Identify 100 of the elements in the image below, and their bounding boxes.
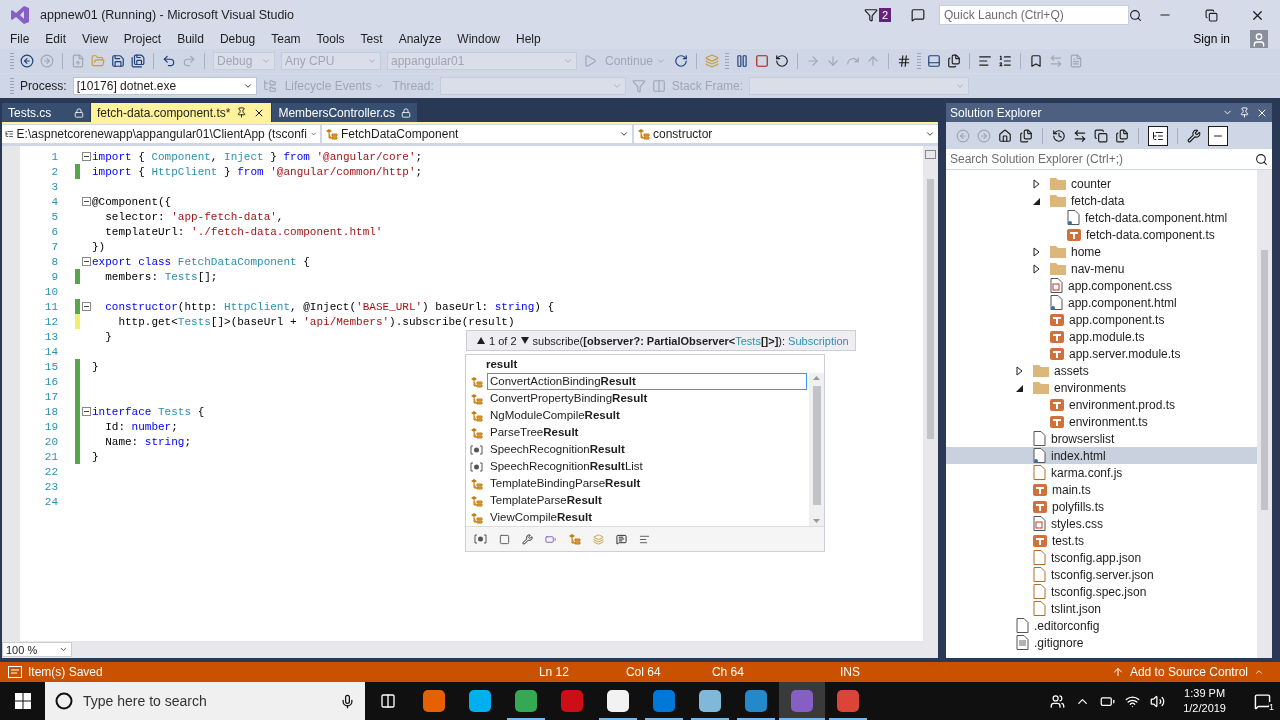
sync-icon[interactable] (1073, 128, 1087, 143)
completion-item[interactable]: SpeechRecognitionResultList (487, 458, 807, 475)
pin-icon[interactable] (1239, 107, 1250, 118)
tree-item[interactable]: tslint.json (946, 600, 1257, 617)
editor-tab[interactable]: MembersController.cs (272, 103, 418, 122)
search-icon[interactable] (1129, 8, 1142, 22)
menu-item[interactable]: Window (449, 30, 508, 48)
collapse-all-icon[interactable] (1094, 128, 1108, 143)
stop-icon[interactable] (755, 54, 770, 68)
lock-icon[interactable] (401, 107, 412, 118)
save-all-icon[interactable] (131, 54, 145, 68)
tree-item[interactable]: app.component.css (946, 277, 1257, 294)
menu-item[interactable]: Team (263, 30, 309, 48)
search-field[interactable]: Type here to search (45, 682, 365, 720)
notification-count[interactable]: 2 (878, 8, 891, 22)
completion-item[interactable]: TemplateBindingParseResult (487, 475, 807, 492)
collapse-icon[interactable] (82, 197, 91, 206)
tree-item[interactable]: test.ts (946, 532, 1257, 549)
tree-item[interactable]: main.ts (946, 481, 1257, 498)
undo-icon[interactable] (162, 54, 176, 68)
tree-item[interactable]: .editorconfig (946, 617, 1257, 634)
tree-item[interactable]: fetch-data.component.ts (946, 226, 1257, 243)
tree-item[interactable]: tsconfig.app.json (946, 549, 1257, 566)
menu-item[interactable]: Edit (37, 30, 75, 48)
completion-item[interactable]: ViewCompileResult (487, 509, 807, 526)
tree-item[interactable]: app.module.ts (946, 328, 1257, 345)
hash-icon[interactable] (897, 54, 912, 68)
scrollbar[interactable] (1257, 170, 1272, 658)
tree-item[interactable]: app.component.html (946, 294, 1257, 311)
files-icon[interactable] (1019, 128, 1033, 143)
square-icon[interactable] (499, 533, 510, 545)
type-dropdown[interactable]: FetchDataComponent (322, 125, 632, 143)
tree-item[interactable]: home (946, 243, 1257, 260)
collapsed-arrow-icon[interactable] (1033, 178, 1041, 189)
wrench-icon[interactable] (1187, 128, 1201, 143)
clock[interactable]: 1:39 PM 1/2/2019 (1183, 686, 1226, 716)
menu-item[interactable]: Debug (211, 30, 264, 48)
bookmark-icon[interactable] (1029, 54, 1044, 68)
tree-item[interactable]: environment.ts (946, 413, 1257, 430)
network-icon[interactable] (1125, 693, 1141, 709)
completion-item[interactable]: TemplateParseResult (487, 492, 807, 509)
tree-item[interactable]: fetch-data.component.html (946, 209, 1257, 226)
align-left-icon[interactable] (978, 54, 993, 68)
history-icon[interactable] (1052, 128, 1066, 143)
collapsed-arrow-icon[interactable] (1033, 263, 1041, 274)
back-icon[interactable] (20, 54, 34, 68)
menu-item[interactable]: Help (508, 30, 549, 48)
source-control-button[interactable]: Add to Source Control (1105, 664, 1270, 680)
list-icon[interactable] (998, 54, 1013, 68)
quick-launch-field[interactable]: Quick Launch (Ctrl+Q) (939, 5, 1129, 25)
tree-item[interactable]: assets (946, 362, 1257, 379)
snippet-icon[interactable] (639, 533, 650, 545)
search-field[interactable]: Search Solution Explorer (Ctrl+;) (946, 149, 1272, 170)
preview-button[interactable] (1208, 125, 1228, 146)
feedback-icon[interactable] (911, 8, 925, 22)
tree-item[interactable]: nav-menu (946, 260, 1257, 277)
completion-item[interactable]: NgModuleCompileResult (487, 407, 807, 424)
completion-item[interactable]: ConvertPropertyBindingResult (487, 390, 807, 407)
sign-in-link[interactable]: Sign in (1187, 31, 1236, 47)
wrench-icon[interactable] (522, 533, 533, 545)
collapse-icon[interactable] (82, 302, 91, 311)
editor-tab[interactable]: Tests.cs (2, 103, 90, 122)
menu-item[interactable]: Analyze (390, 30, 450, 48)
process-dropdown[interactable]: [10176] dotnet.exe (72, 77, 257, 95)
filter-icon[interactable] (863, 8, 878, 22)
people-icon[interactable] (1050, 693, 1066, 709)
completion-item[interactable]: SpeechRecognitionResult (487, 441, 807, 458)
member-dropdown[interactable]: constructor (634, 125, 938, 143)
home-icon[interactable] (998, 128, 1012, 143)
completion-item[interactable]: ConvertActionBindingResult (487, 373, 807, 390)
menu-item[interactable]: Project (115, 30, 170, 48)
tree-item[interactable]: styles.css (946, 515, 1257, 532)
collapse-icon[interactable] (82, 152, 91, 161)
pin-icon[interactable] (236, 106, 248, 118)
up-triangle-icon[interactable] (477, 337, 485, 344)
tree-item[interactable]: karma.conf.js (946, 464, 1257, 481)
speaker-icon[interactable] (1150, 693, 1166, 709)
tree-item[interactable]: .gitignore (946, 634, 1257, 651)
tree-item[interactable]: tsconfig.spec.json (946, 583, 1257, 600)
collapse-icon[interactable] (82, 407, 91, 416)
lock-icon[interactable] (74, 107, 84, 118)
tree-item[interactable]: fetch-data (946, 192, 1257, 209)
notifications-button[interactable]: 1 (1244, 682, 1280, 720)
search-input[interactable]: Type here to search (83, 686, 330, 716)
refresh-icon[interactable] (674, 54, 689, 68)
tree-item[interactable]: browserslist (946, 430, 1257, 447)
tree-item[interactable]: environments (946, 379, 1257, 396)
completion-item[interactable]: ParseTreeResult (487, 424, 807, 441)
panel-icon[interactable] (927, 54, 942, 68)
show-all-icon[interactable] (1115, 128, 1129, 143)
zoom-dropdown[interactable]: 100 % (2, 642, 72, 657)
menu-item[interactable]: Tools (308, 30, 353, 48)
menu-item[interactable]: Test (352, 30, 391, 48)
tree-view-button[interactable] (1148, 125, 1168, 146)
pause-icon[interactable] (735, 54, 750, 68)
tree-item[interactable]: tsconfig.server.json (946, 566, 1257, 583)
menu-item[interactable]: Build (169, 30, 212, 48)
project-dropdown[interactable]: E:\aspnetcorenewapp\appangular01\ClientApp (tsconfi (2, 125, 320, 143)
scrollbar[interactable] (923, 146, 938, 641)
restart-icon[interactable] (775, 54, 790, 68)
